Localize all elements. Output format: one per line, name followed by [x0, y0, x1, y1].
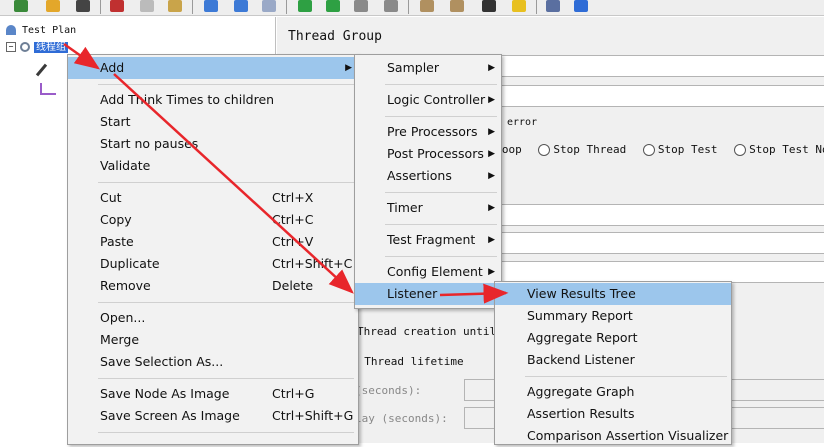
annotation-arrow-to-add: [63, 42, 101, 70]
annotation-arrow-to-view-results-tree: [439, 283, 509, 304]
annotation-arrow-to-listener: [113, 73, 354, 294]
annotation-arrows: [63, 42, 509, 304]
